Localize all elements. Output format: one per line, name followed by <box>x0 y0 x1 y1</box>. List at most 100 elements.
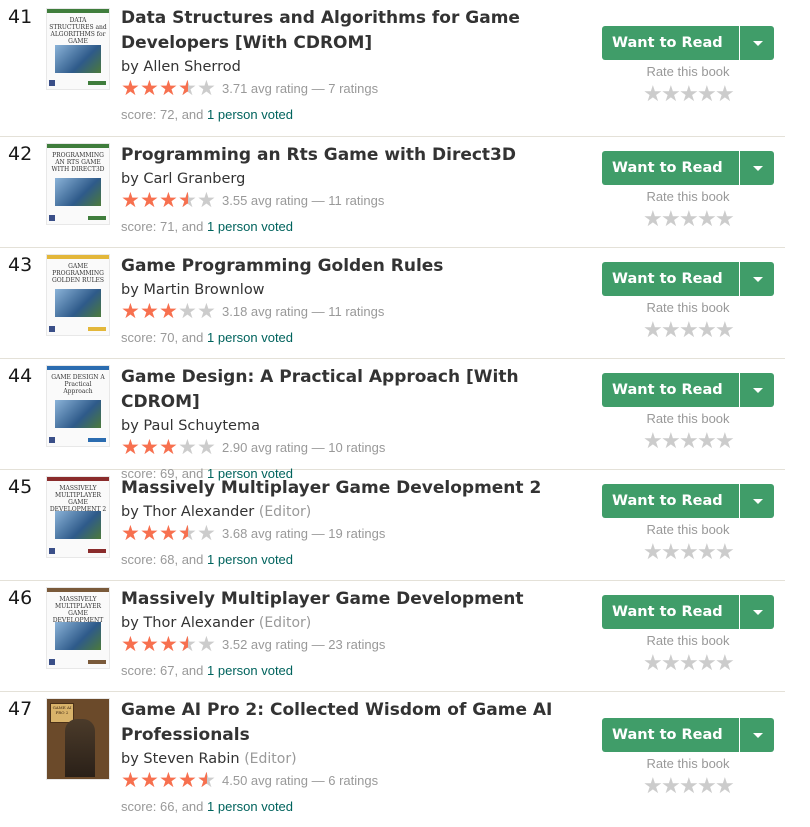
rate-star-4-icon[interactable]: ★ <box>697 430 717 452</box>
book-row: 44 GAME DESIGN A Practical Approach Game… <box>0 359 785 481</box>
rate-star-4-icon[interactable]: ★ <box>697 208 717 230</box>
book-title[interactable]: Game AI Pro 2: Collected Wisdom of Game … <box>121 698 591 748</box>
book-author: by Steven Rabin (Editor) <box>121 751 297 767</box>
rate-star-2-icon[interactable]: ★ <box>661 775 681 797</box>
rate-label: Rate this book <box>646 411 730 426</box>
voters-link[interactable]: 1 person voted <box>207 663 293 678</box>
rate-star-3-icon[interactable]: ★ <box>679 430 699 452</box>
shelf-dropdown-button[interactable] <box>740 718 774 752</box>
voters-link[interactable]: 1 person voted <box>207 799 293 814</box>
book-title[interactable]: Game Programming Golden Rules <box>121 254 591 279</box>
voters-link[interactable]: 1 person voted <box>207 552 293 567</box>
rate-star-3-icon[interactable]: ★ <box>679 775 699 797</box>
book-cover[interactable]: PROGRAMMING AN RTS GAME WITH DIRECT3D <box>46 143 110 225</box>
rate-star-2-icon[interactable]: ★ <box>661 208 681 230</box>
rate-star-1-icon[interactable]: ★ <box>643 541 663 563</box>
author-link[interactable]: Paul Schuytema <box>143 418 260 434</box>
rate-star-5-icon[interactable]: ★ <box>715 319 735 341</box>
book-cover[interactable]: GAME DESIGN A Practical Approach <box>46 365 110 447</box>
author-link[interactable]: Carl Granberg <box>143 171 245 187</box>
rate-star-4-icon[interactable]: ★ <box>697 775 717 797</box>
rate-star-2-icon[interactable]: ★ <box>661 83 681 105</box>
voters-link[interactable]: 1 person voted <box>207 330 293 345</box>
rating-star-icon: ★ <box>121 189 140 212</box>
rate-star-1-icon[interactable]: ★ <box>643 319 663 341</box>
rate-star-5-icon[interactable]: ★ <box>715 83 735 105</box>
rate-this-book: Rate this book ★ ★ ★ ★ ★ <box>602 64 774 105</box>
shelf-dropdown-button[interactable] <box>740 484 774 518</box>
rating-star-icon: ★ <box>178 523 197 546</box>
voters-link[interactable]: 1 person voted <box>207 107 293 122</box>
book-title[interactable]: Massively Multiplayer Game Development <box>121 587 591 612</box>
want-to-read-button[interactable]: Want to Read <box>602 595 739 629</box>
rate-star-5-icon[interactable]: ★ <box>715 775 735 797</box>
shelf-dropdown-button[interactable] <box>740 26 774 60</box>
rate-star-2-icon[interactable]: ★ <box>661 430 681 452</box>
cover-title: MASSIVELY MULTIPLAYER GAME DEVELOPMENT 2 <box>49 485 107 513</box>
rate-star-1-icon[interactable]: ★ <box>643 208 663 230</box>
rate-star-5-icon[interactable]: ★ <box>715 430 735 452</box>
author-link[interactable]: Steven Rabin <box>143 751 239 767</box>
book-title[interactable]: Game Design: A Practical Approach [With … <box>121 365 591 415</box>
rate-star-1-icon[interactable]: ★ <box>643 430 663 452</box>
rating-star-icon: ★ <box>197 770 216 793</box>
book-author: by Martin Brownlow <box>121 282 265 298</box>
book-cover[interactable]: DATA STRUCTURES and ALGORITHMS for GAME … <box>46 8 110 90</box>
rate-star-4-icon[interactable]: ★ <box>697 541 717 563</box>
rate-star-3-icon[interactable]: ★ <box>679 652 699 674</box>
want-to-read-button[interactable]: Want to Read <box>602 718 739 752</box>
book-author: by Paul Schuytema <box>121 418 260 434</box>
rate-star-3-icon[interactable]: ★ <box>679 319 699 341</box>
rate-star-4-icon[interactable]: ★ <box>697 319 717 341</box>
rate-star-3-icon[interactable]: ★ <box>679 208 699 230</box>
book-cover[interactable]: GAME PROGRAMMING GOLDEN RULES <box>46 254 110 336</box>
author-link[interactable]: Martin Brownlow <box>143 282 264 298</box>
want-to-read-button[interactable]: Want to Read <box>602 26 739 60</box>
rate-star-4-icon[interactable]: ★ <box>697 652 717 674</box>
book-cover[interactable]: MASSIVELY MULTIPLAYER GAME DEVELOPMENT <box>46 587 110 669</box>
rating-star-icon: ★ <box>121 436 140 459</box>
shelf-dropdown-button[interactable] <box>740 373 774 407</box>
score-text: score: 71, and <box>121 219 204 234</box>
book-title[interactable]: Programming an Rts Game with Direct3D <box>121 143 591 168</box>
book-title[interactable]: Data Structures and Algorithms for Game … <box>121 6 591 56</box>
rate-star-2-icon[interactable]: ★ <box>661 652 681 674</box>
book-title[interactable]: Massively Multiplayer Game Development 2 <box>121 476 591 501</box>
want-to-read-button[interactable]: Want to Read <box>602 151 739 185</box>
score-line: score: 66, and 1 person voted <box>121 797 591 817</box>
author-link[interactable]: Allen Sherrod <box>143 59 240 75</box>
rate-star-3-icon[interactable]: ★ <box>679 541 699 563</box>
rate-star-2-icon[interactable]: ★ <box>661 541 681 563</box>
want-to-read-button[interactable]: Want to Read <box>602 484 739 518</box>
book-cover[interactable]: MASSIVELY MULTIPLAYER GAME DEVELOPMENT 2 <box>46 476 110 558</box>
author-link[interactable]: Thor Alexander <box>143 504 254 520</box>
shelf-dropdown-button[interactable] <box>740 151 774 185</box>
cover-title: GAME DESIGN A Practical Approach <box>51 374 105 395</box>
voters-link[interactable]: 1 person voted <box>207 219 293 234</box>
shelf-dropdown-button[interactable] <box>740 262 774 296</box>
book-info: Game Programming Golden Rules by Martin … <box>121 254 591 348</box>
score-line: score: 71, and 1 person voted <box>121 217 591 237</box>
avg-rating-stars: ★ ★ ★ ★ ★ <box>121 189 216 213</box>
want-to-read-button[interactable]: Want to Read <box>602 373 739 407</box>
rating-star-icon: ★ <box>121 522 140 545</box>
rate-star-1-icon[interactable]: ★ <box>643 652 663 674</box>
rating-star-icon: ★ <box>197 633 216 656</box>
avg-rating-stars: ★ ★ ★ ★ ★ <box>121 437 216 459</box>
rating-star-icon: ★ <box>121 300 140 323</box>
rating-star-icon: ★ <box>159 436 178 459</box>
rate-star-5-icon[interactable]: ★ <box>715 652 735 674</box>
shelf-dropdown-button[interactable] <box>740 595 774 629</box>
rate-star-1-icon[interactable]: ★ <box>643 775 663 797</box>
book-cover[interactable]: GAME AI PRO 2 <box>46 698 110 780</box>
rate-star-2-icon[interactable]: ★ <box>661 319 681 341</box>
book-row: 46 MASSIVELY MULTIPLAYER GAME DEVELOPMEN… <box>0 581 785 692</box>
want-to-read-button[interactable]: Want to Read <box>602 262 739 296</box>
rate-star-1-icon[interactable]: ★ <box>643 83 663 105</box>
rate-star-5-icon[interactable]: ★ <box>715 208 735 230</box>
rate-star-5-icon[interactable]: ★ <box>715 541 735 563</box>
rating-line: ★★★★★ 3.52 avg rating — 23 ratings <box>121 633 591 657</box>
rate-star-3-icon[interactable]: ★ <box>679 83 699 105</box>
rate-star-4-icon[interactable]: ★ <box>697 83 717 105</box>
author-link[interactable]: Thor Alexander <box>143 615 254 631</box>
